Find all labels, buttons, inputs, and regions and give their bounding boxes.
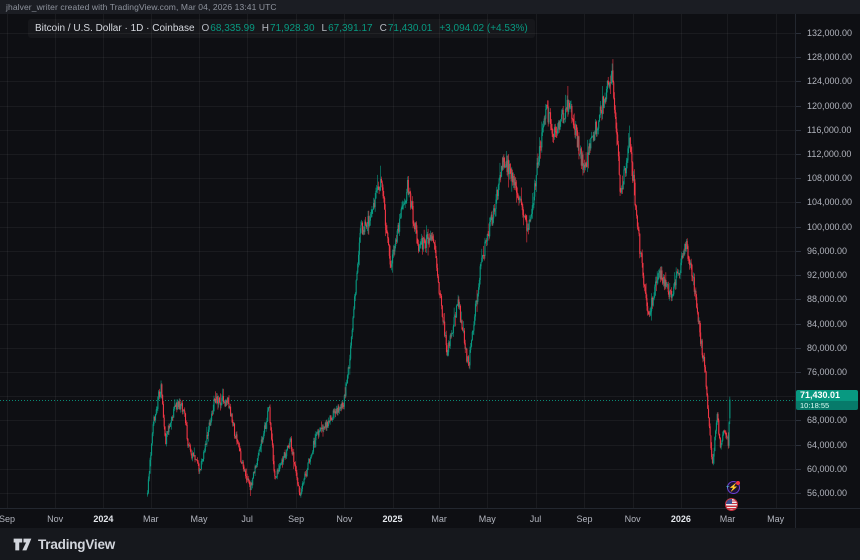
- spark-event-icon[interactable]: ⚡ +: [727, 481, 740, 494]
- price-axis-label: 96,000.00: [796, 246, 847, 256]
- chart-area: Bitcoin / U.S. Dollar · 1D · Coinbase O6…: [0, 14, 860, 528]
- time-axis-label: May: [479, 514, 496, 524]
- symbol-title[interactable]: Bitcoin / U.S. Dollar · 1D · Coinbase: [35, 23, 195, 34]
- time-axis-label: 2025: [383, 514, 403, 524]
- time-axis-label: Sep: [0, 514, 15, 524]
- ohlc-open: O68,335.99: [202, 23, 255, 34]
- time-axis-label: Nov: [336, 514, 352, 524]
- price-axis-label: 104,000.00: [796, 197, 852, 207]
- time-axis-label: Sep: [288, 514, 304, 524]
- price-axis-label: 124,000.00: [796, 76, 852, 86]
- time-axis-label: Nov: [47, 514, 63, 524]
- time-axis[interactable]: Sep Nov 2024 Mar May Jul Sep Nov 2025 Mar May Jul Se…: [0, 508, 860, 528]
- time-axis-label: May: [190, 514, 207, 524]
- price-axis-label: 68,000.00: [796, 415, 847, 425]
- price-axis-label: 64,000.00: [796, 440, 847, 450]
- bar-countdown: 10:18:55: [796, 401, 858, 410]
- time-axis-label: Jul: [241, 514, 253, 524]
- price-axis-label: 76,000.00: [796, 367, 847, 377]
- time-axis-label: Mar: [720, 514, 736, 524]
- time-axis-label: Sep: [576, 514, 592, 524]
- sparkle-icon: +: [726, 485, 730, 491]
- last-price-label: 71,430.01 10:18:55: [796, 390, 858, 410]
- time-axis-label: 2024: [93, 514, 113, 524]
- tradingview-snapshot: jhalver_writer created with TradingView.…: [0, 0, 860, 560]
- price-axis-label: 84,000.00: [796, 319, 847, 329]
- ohlc-high: H71,928.30: [262, 23, 315, 34]
- time-axis-label: May: [767, 514, 784, 524]
- time-axis-label: Nov: [625, 514, 641, 524]
- footer-bar: TradingView: [0, 528, 860, 560]
- last-price-value: 71,430.01: [796, 390, 858, 401]
- time-axis-label: Jul: [530, 514, 542, 524]
- price-axis[interactable]: 56,000.0060,000.0064,000.0068,000.0072,0…: [795, 14, 860, 528]
- tradingview-logo[interactable]: TradingView: [38, 537, 115, 552]
- change-value: +3,094.02 (+4.53%): [439, 23, 527, 34]
- notification-dot: [736, 481, 740, 485]
- price-axis-label: 116,000.00: [796, 125, 851, 135]
- tradingview-logo-icon[interactable]: [13, 537, 32, 552]
- time-axis-label: Mar: [143, 514, 159, 524]
- price-axis-label: 80,000.00: [796, 343, 847, 353]
- price-axis-label: 108,000.00: [796, 173, 852, 183]
- price-axis-label: 120,000.00: [796, 101, 852, 111]
- price-axis-label: 60,000.00: [796, 464, 847, 474]
- ohlc-close: C71,430.01: [380, 23, 433, 34]
- us-flag-event-icon[interactable]: [725, 498, 738, 511]
- symbol-legend: Bitcoin / U.S. Dollar · 1D · Coinbase O6…: [28, 19, 535, 38]
- time-axis-label: 2026: [671, 514, 691, 524]
- price-axis-label: 88,000.00: [796, 294, 847, 304]
- time-axis-label: Mar: [431, 514, 447, 524]
- attribution-text: jhalver_writer created with TradingView.…: [6, 2, 277, 12]
- price-axis-label: 56,000.00: [796, 488, 847, 498]
- price-axis-label: 132,000.00: [796, 28, 852, 38]
- price-axis-label: 100,000.00: [796, 222, 852, 232]
- attribution-bar: jhalver_writer created with TradingView.…: [0, 0, 860, 14]
- ohlc-low: L67,391.17: [322, 23, 373, 34]
- price-axis-label: 112,000.00: [796, 149, 851, 159]
- price-axis-label: 92,000.00: [796, 270, 847, 280]
- price-axis-label: 128,000.00: [796, 52, 852, 62]
- candlestick-chart[interactable]: [0, 14, 795, 508]
